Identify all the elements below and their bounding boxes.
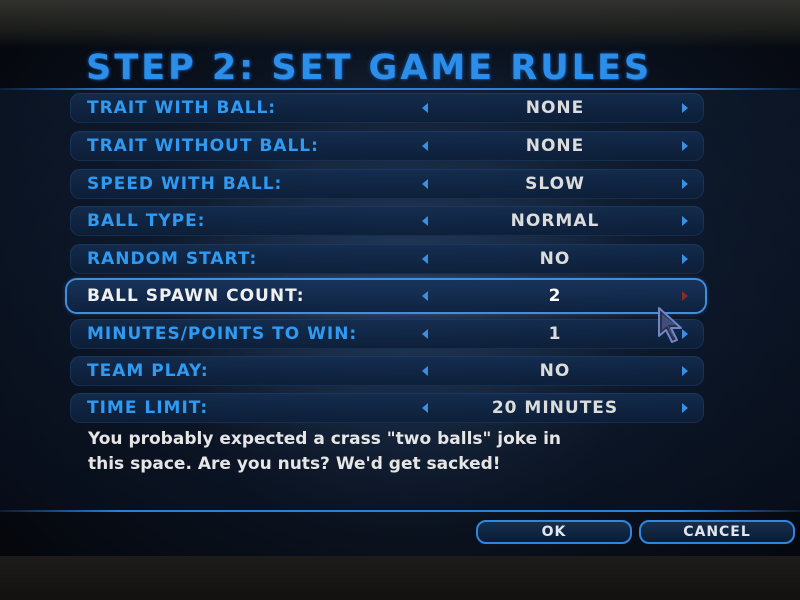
left-arrow-icon[interactable] bbox=[422, 103, 428, 113]
rule-label: SPEED WITH BALL: bbox=[87, 174, 283, 194]
rule-label: BALL TYPE: bbox=[87, 211, 206, 231]
left-arrow-icon[interactable] bbox=[422, 179, 428, 189]
rule-label: MINUTES/POINTS TO WIN: bbox=[87, 324, 358, 344]
left-arrow-icon[interactable] bbox=[422, 329, 428, 339]
game-rules-screen: STEP 2: SET GAME RULES TRAIT WITH BALL: … bbox=[0, 0, 800, 600]
rule-row-time-limit[interactable]: TIME LIMIT: 20 MINUTES bbox=[70, 393, 704, 423]
rule-value: NO bbox=[539, 361, 571, 381]
description-line: this space. Are you nuts? We'd get sacke… bbox=[88, 454, 501, 474]
description-line: You probably expected a crass "two balls… bbox=[88, 429, 562, 449]
rule-row-random-start[interactable]: RANDOM START: NO bbox=[70, 244, 704, 274]
rule-value: 1 bbox=[548, 324, 562, 344]
rule-label: RANDOM START: bbox=[87, 249, 258, 269]
mouse-pointer-icon bbox=[658, 307, 682, 343]
rule-row-trait-with-ball[interactable]: TRAIT WITH BALL: NONE bbox=[70, 93, 704, 123]
left-arrow-icon[interactable] bbox=[422, 216, 428, 226]
right-arrow-icon[interactable] bbox=[682, 103, 688, 113]
rule-label: TEAM PLAY: bbox=[87, 361, 209, 381]
left-arrow-icon[interactable] bbox=[422, 366, 428, 376]
right-arrow-icon[interactable] bbox=[682, 216, 688, 226]
rule-label: BALL SPAWN COUNT: bbox=[87, 286, 305, 306]
right-arrow-icon[interactable] bbox=[682, 141, 688, 151]
left-arrow-icon[interactable] bbox=[422, 254, 428, 264]
rule-value: SLOW bbox=[525, 174, 585, 194]
rule-label: TRAIT WITHOUT BALL: bbox=[87, 136, 319, 156]
left-arrow-icon[interactable] bbox=[422, 141, 428, 151]
rule-value: NONE bbox=[525, 98, 585, 118]
right-arrow-icon[interactable] bbox=[682, 179, 688, 189]
rule-value: NORMAL bbox=[510, 211, 600, 231]
rule-value: NONE bbox=[525, 136, 585, 156]
rule-value: NO bbox=[539, 249, 571, 269]
background-top-band bbox=[0, 0, 800, 48]
rule-label: TRAIT WITH BALL: bbox=[87, 98, 277, 118]
rule-row-ball-spawn-count[interactable]: BALL SPAWN COUNT: 2 bbox=[67, 280, 705, 312]
rule-row-speed-with-ball[interactable]: SPEED WITH BALL: SLOW bbox=[70, 169, 704, 199]
rule-description: You probably expected a crass "two balls… bbox=[88, 427, 688, 477]
rule-row-minutes-points-to-win[interactable]: MINUTES/POINTS TO WIN: 1 bbox=[70, 319, 704, 349]
right-arrow-icon[interactable] bbox=[682, 403, 688, 413]
panel-bottom-divider bbox=[0, 510, 800, 512]
rule-row-team-play[interactable]: TEAM PLAY: NO bbox=[70, 356, 704, 386]
rule-row-ball-type[interactable]: BALL TYPE: NORMAL bbox=[70, 206, 704, 236]
rule-value: 2 bbox=[548, 286, 562, 306]
panel-top-divider bbox=[0, 88, 800, 90]
right-arrow-icon[interactable] bbox=[682, 366, 688, 376]
left-arrow-icon[interactable] bbox=[422, 291, 428, 301]
rule-label: TIME LIMIT: bbox=[87, 398, 209, 418]
rule-row-trait-without-ball[interactable]: TRAIT WITHOUT BALL: NONE bbox=[70, 131, 704, 161]
left-arrow-icon[interactable] bbox=[422, 403, 428, 413]
page-title: STEP 2: SET GAME RULES bbox=[86, 48, 653, 88]
cancel-button[interactable]: CANCEL bbox=[639, 520, 795, 544]
right-arrow-icon[interactable] bbox=[682, 254, 688, 264]
right-arrow-icon[interactable] bbox=[682, 291, 688, 301]
ok-button[interactable]: OK bbox=[476, 520, 632, 544]
rule-value: 20 MINUTES bbox=[491, 398, 619, 418]
background-bottom-band bbox=[0, 556, 800, 600]
